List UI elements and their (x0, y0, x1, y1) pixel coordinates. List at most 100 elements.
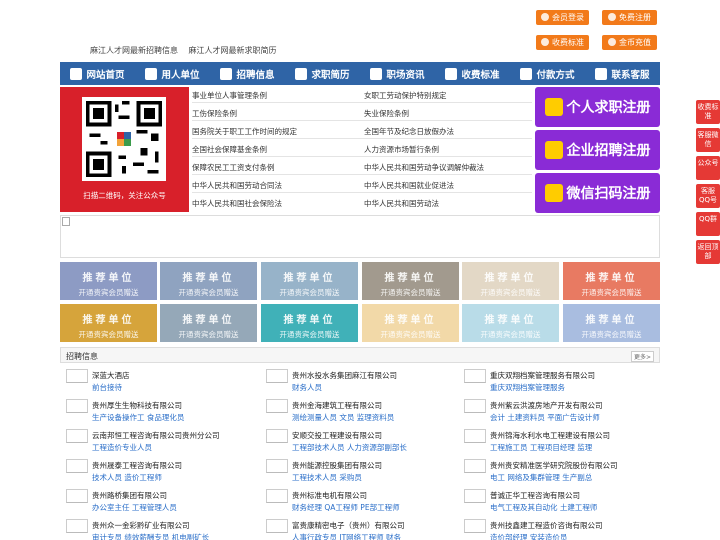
policy-link[interactable]: 国务院关于职工工作时间的规定 (192, 126, 297, 137)
tile-recommended[interactable]: 推荐单位 开通贵宾会员赠送 (362, 304, 459, 342)
job-item[interactable]: 富贵康精密电子（贵州）有限公司 人事行政专员 IT网络工程师 财务 (260, 516, 458, 540)
tile-recommended[interactable]: 推荐单位 开通贵宾会员赠送 (160, 304, 257, 342)
policy-link[interactable]: 中华人民共和国社会保险法 (192, 198, 282, 209)
personal-register-button[interactable]: 个人求职注册 (535, 87, 660, 127)
company-register-button[interactable]: 企业招聘注册 (535, 130, 660, 170)
login-button[interactable]: 会员登录 (536, 10, 589, 25)
side-qq-button[interactable]: 客服QQ号 (696, 184, 720, 208)
job-item[interactable]: 贵州紫云洪渡房地产开发有限公司 会计 土建资料员 平面广告设计师 (458, 396, 656, 426)
more-button[interactable]: 更多> (630, 351, 654, 362)
company-name[interactable]: 云南邦恒工程咨询有限公司贵州分公司 (92, 430, 220, 441)
tile-recommended[interactable]: 推荐单位 开通贵宾会员赠送 (462, 262, 559, 300)
job-positions[interactable]: 造价部经理 安装造价员 (490, 532, 567, 540)
job-item[interactable]: 贵州标准电机有限公司 财务经理 QA工程师 PE部工程师 (260, 486, 458, 516)
policy-link[interactable]: 女职工劳动保护特别规定 (364, 90, 447, 101)
side-fee-button[interactable]: 收费标准 (696, 100, 720, 124)
company-name[interactable]: 贵州金海建筑工程有限公司 (292, 400, 382, 411)
company-name[interactable]: 贵州紫云洪渡房地产开发有限公司 (490, 400, 603, 411)
job-positions[interactable]: 电工 网络及集群管理 生产副总 (490, 472, 592, 483)
company-name[interactable]: 贵州技鑫建工程造价咨询有限公司 (490, 520, 603, 531)
policy-link[interactable]: 事业单位人事管理条例 (192, 90, 267, 101)
policy-link[interactable]: 中华人民共和国劳动法 (364, 198, 439, 209)
job-positions[interactable]: 财务人员 (292, 382, 322, 393)
job-item[interactable]: 贵州厚生生物科技有限公司 生产设备操作工 食品理化员 (60, 396, 258, 426)
policy-link[interactable]: 中华人民共和国就业促进法 (364, 180, 454, 191)
job-positions[interactable]: 前台接待 (92, 382, 122, 393)
job-item[interactable]: 贵州金海建筑工程有限公司 测绘测量人员 文员 监理资料员 (260, 396, 458, 426)
job-item[interactable]: 普诚正华工程咨询有限公司 电气工程及其自动化 土建工程师 (458, 486, 656, 516)
register-button[interactable]: 免费注册 (602, 10, 657, 25)
job-item[interactable]: 安顺交投工程建设有限公司 工程部技术人员 人力资源部副部长 (260, 426, 458, 456)
job-positions[interactable]: 测绘测量人员 文员 监理资料员 (292, 412, 394, 423)
back-to-top-button[interactable]: 返回顶部 (696, 240, 720, 264)
company-name[interactable]: 安顺交投工程建设有限公司 (292, 430, 382, 441)
latest-resumes-link[interactable]: 麻江人才网最新求职简历 (189, 46, 277, 55)
nav-contact[interactable]: 联系客服 (585, 62, 660, 85)
nav-jobs[interactable]: 招聘信息 (210, 62, 285, 85)
company-name[interactable]: 贵州众一金彩黔矿业有限公司 (92, 520, 190, 531)
company-name[interactable]: 重庆双翔档案管理服务有限公司 (490, 370, 595, 381)
job-positions[interactable]: 技术人员 造价工程师 (92, 472, 162, 483)
side-wechat-button[interactable]: 客服微信 (696, 128, 720, 152)
tile-recommended[interactable]: 推荐单位 开通贵宾会员赠送 (261, 304, 358, 342)
job-item[interactable]: 贵州水投水务集团麻江有限公司 财务人员 (260, 366, 458, 396)
nav-payment[interactable]: 付款方式 (510, 62, 585, 85)
policy-link[interactable]: 失业保险条例 (364, 108, 409, 119)
tile-recommended[interactable]: 推荐单位 开通贵宾会员赠送 (60, 304, 157, 342)
job-positions[interactable]: 重庆双翔档案管理服务 (490, 382, 565, 393)
job-item[interactable]: 云南邦恒工程咨询有限公司贵州分公司 工程造价专业人员 (60, 426, 258, 456)
tile-recommended[interactable]: 推荐单位 开通贵宾会员赠送 (160, 262, 257, 300)
job-item[interactable]: 贵州路桥集团有限公司 办公室主任 工程管理人员 (60, 486, 258, 516)
policy-link[interactable]: 保障农民工工资支付条例 (192, 162, 275, 173)
company-name[interactable]: 贵州能源控股集团有限公司 (292, 460, 382, 471)
job-item[interactable]: 贵州贵安精准医学研究院股份有限公司 电工 网络及集群管理 生产副总 (458, 456, 656, 486)
side-qq-group-button[interactable]: QQ群 (696, 212, 720, 236)
job-positions[interactable]: 生产设备操作工 食品理化员 (92, 412, 184, 423)
job-positions[interactable]: 财务经理 QA工程师 PE部工程师 (292, 502, 400, 513)
banner-ad[interactable] (60, 215, 660, 258)
nav-home[interactable]: 网站首页 (60, 62, 135, 85)
job-item[interactable]: 贵州锦海水利水电工程建设有限公司 工程施工员 工程项目经理 监理 (458, 426, 656, 456)
job-positions[interactable]: 审计专员 绩效薪酬专员 机电副矿长 (92, 532, 209, 540)
tile-recommended[interactable]: 推荐单位 开通贵宾会员赠送 (563, 262, 660, 300)
job-item[interactable]: 重庆双翔档案管理服务有限公司 重庆双翔档案管理服务 (458, 366, 656, 396)
wechat-register-button[interactable]: 微信扫码注册 (535, 173, 660, 213)
job-item[interactable]: 贵州众一金彩黔矿业有限公司 审计专员 绩效薪酬专员 机电副矿长 (60, 516, 258, 540)
job-item[interactable]: 贵州晟泰工程咨询有限公司 技术人员 造价工程师 (60, 456, 258, 486)
policy-link[interactable]: 人力资源市场暂行条例 (364, 144, 439, 155)
nav-employers[interactable]: 用人单位 (135, 62, 210, 85)
company-name[interactable]: 贵州标准电机有限公司 (292, 490, 367, 501)
tile-recommended[interactable]: 推荐单位 开通贵宾会员赠送 (362, 262, 459, 300)
company-name[interactable]: 深蓝大酒店 (92, 370, 130, 381)
company-name[interactable]: 贵州贵安精准医学研究院股份有限公司 (490, 460, 618, 471)
job-positions[interactable]: 办公室主任 工程管理人员 (92, 502, 177, 513)
tile-recommended[interactable]: 推荐单位 开通贵宾会员赠送 (462, 304, 559, 342)
company-name[interactable]: 贵州厚生生物科技有限公司 (92, 400, 182, 411)
company-name[interactable]: 贵州晟泰工程咨询有限公司 (92, 460, 182, 471)
company-name[interactable]: 普诚正华工程咨询有限公司 (490, 490, 580, 501)
job-item[interactable]: 深蓝大酒店 前台接待 (60, 366, 258, 396)
job-positions[interactable]: 会计 土建资料员 平面广告设计师 (490, 412, 600, 423)
policy-link[interactable]: 全国社会保障基金条例 (192, 144, 267, 155)
nav-resumes[interactable]: 求职简历 (285, 62, 360, 85)
latest-jobs-link[interactable]: 麻江人才网最新招聘信息 (90, 46, 178, 55)
tile-recommended[interactable]: 推荐单位 开通贵宾会员赠送 (261, 262, 358, 300)
tile-recommended[interactable]: 推荐单位 开通贵宾会员赠送 (60, 262, 157, 300)
tile-recommended[interactable]: 推荐单位 开通贵宾会员赠送 (563, 304, 660, 342)
nav-news[interactable]: 职场资讯 (360, 62, 435, 85)
coin-recharge-button[interactable]: 金币充值 (602, 35, 657, 50)
policy-link[interactable]: 中华人民共和国劳动合同法 (192, 180, 282, 191)
job-positions[interactable]: 人事行政专员 IT网络工程师 财务 (292, 532, 401, 540)
job-positions[interactable]: 工程造价专业人员 (92, 442, 152, 453)
nav-fees[interactable]: 收费标准 (435, 62, 510, 85)
job-positions[interactable]: 工程技术人员 采购员 (292, 472, 362, 483)
side-official-account-button[interactable]: 公众号 (696, 156, 720, 180)
job-positions[interactable]: 工程部技术人员 人力资源部副部长 (292, 442, 407, 453)
policy-link[interactable]: 工伤保险条例 (192, 108, 237, 119)
company-name[interactable]: 富贵康精密电子（贵州）有限公司 (292, 520, 405, 531)
policy-link[interactable]: 全国年节及纪念日放假办法 (364, 126, 454, 137)
job-positions[interactable]: 电气工程及其自动化 土建工程师 (490, 502, 597, 513)
company-name[interactable]: 贵州路桥集团有限公司 (92, 490, 167, 501)
policy-link[interactable]: 中华人民共和国劳动争议调解仲裁法 (364, 162, 484, 173)
company-name[interactable]: 贵州锦海水利水电工程建设有限公司 (490, 430, 610, 441)
